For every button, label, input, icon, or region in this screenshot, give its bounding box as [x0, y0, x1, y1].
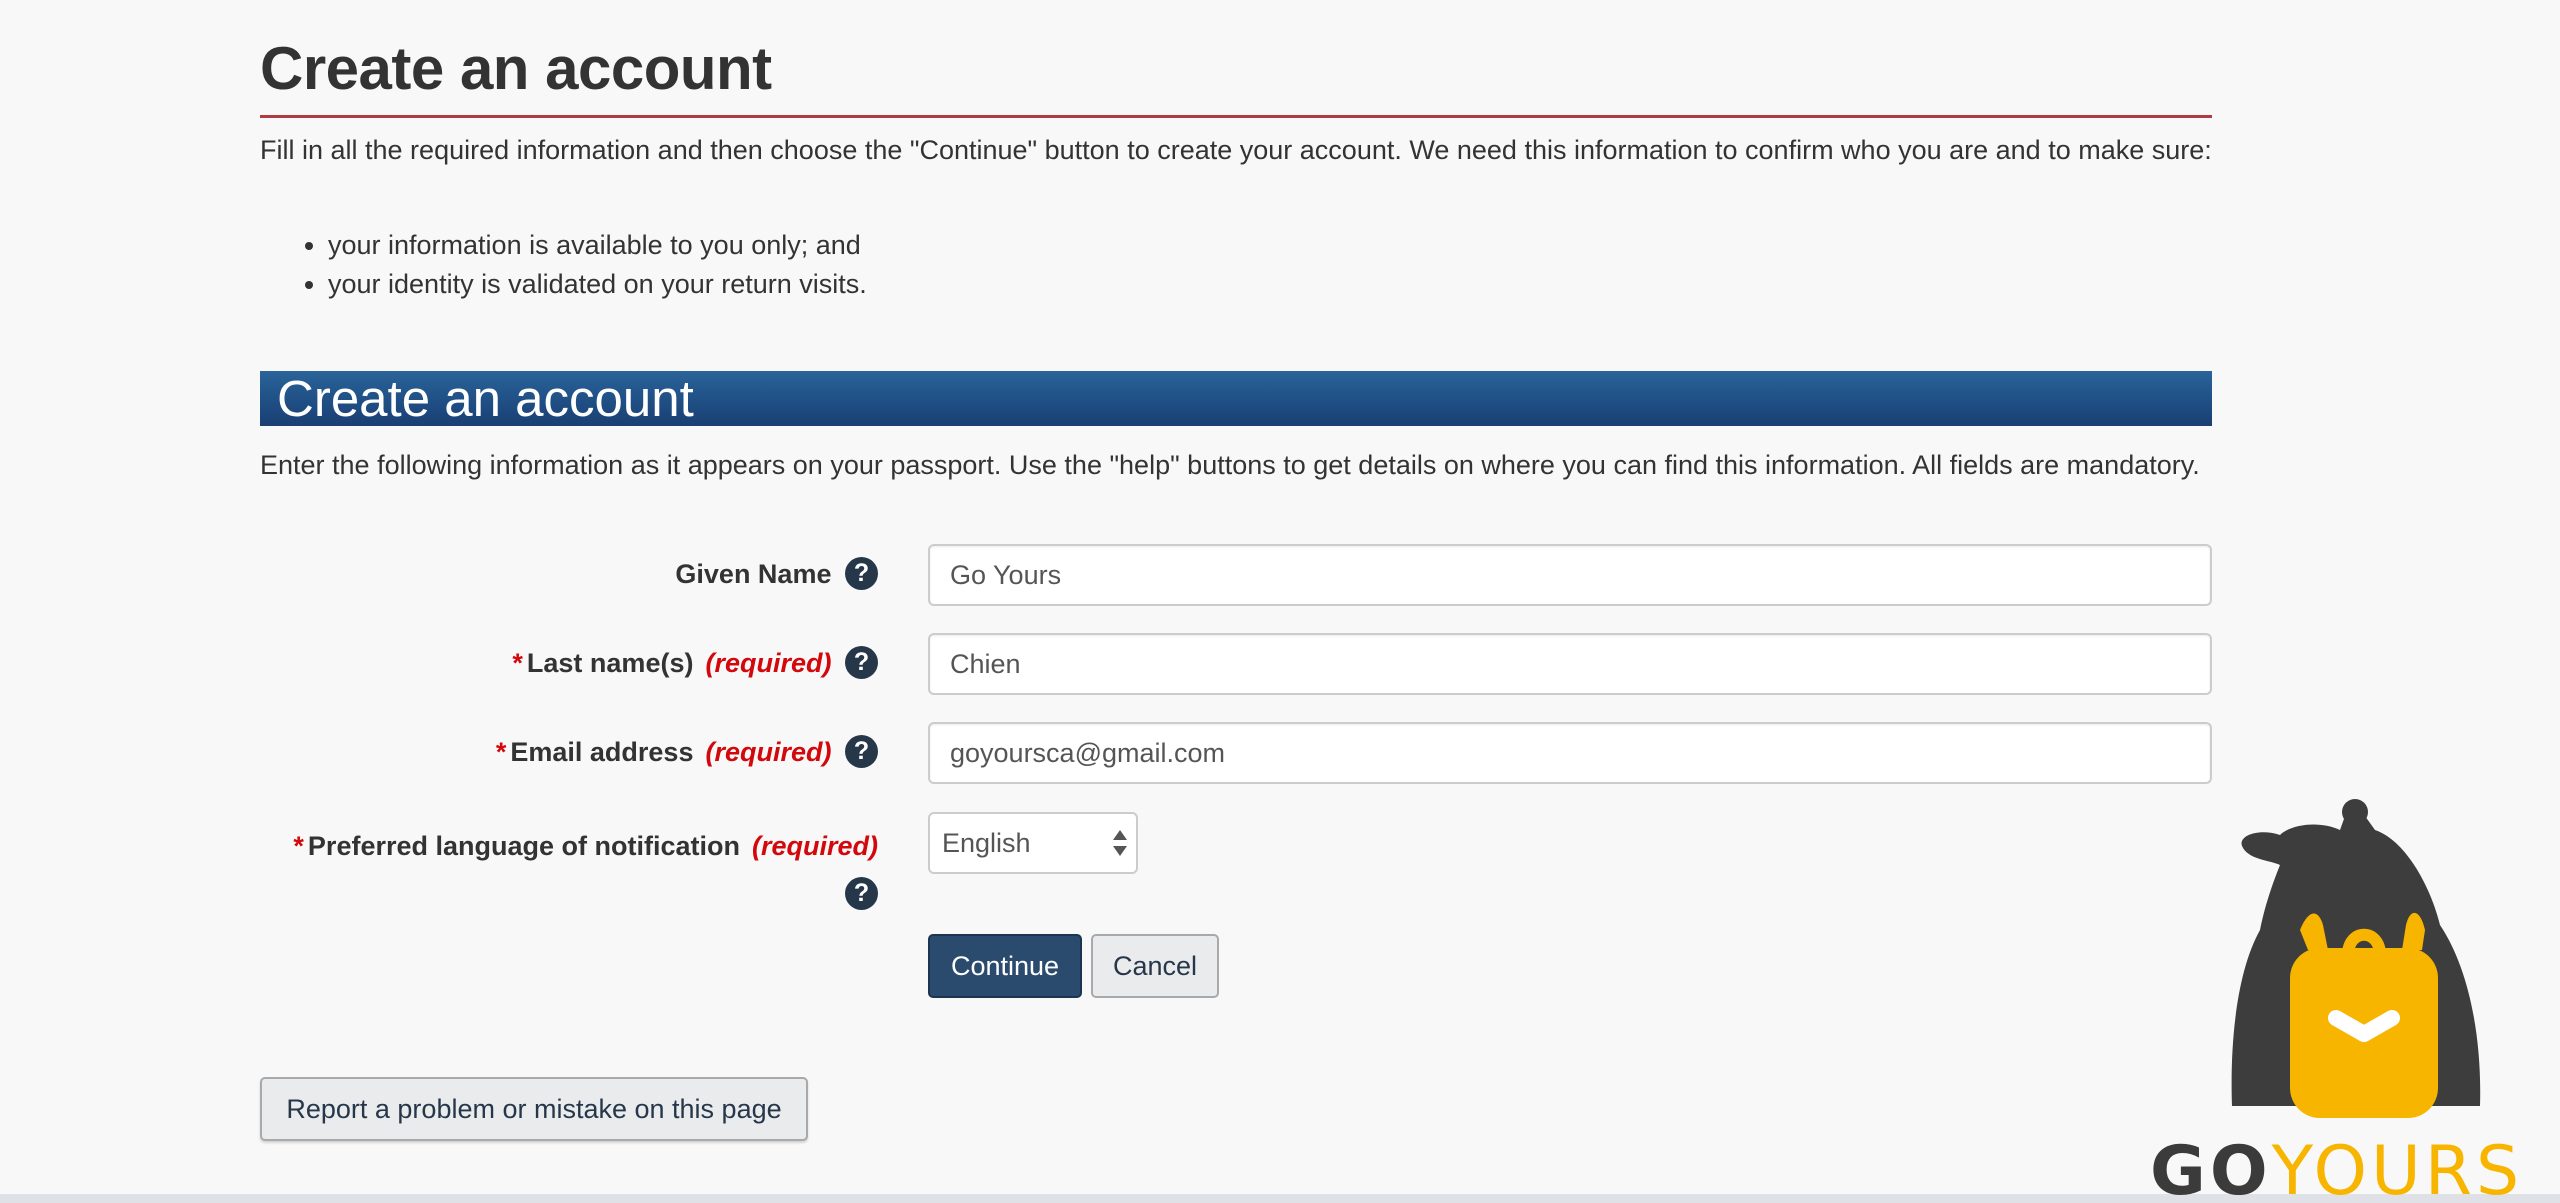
section-title: Create an account [277, 370, 694, 427]
required-text: (required) [705, 737, 832, 767]
page-title: Create an account [260, 35, 772, 102]
required-marker: * [495, 737, 507, 767]
email-label-text: Email address [510, 737, 694, 767]
required-text: (required) [751, 831, 878, 861]
section-banner: Create an account [260, 371, 2212, 426]
required-marker: * [293, 831, 304, 861]
logo-text-go: GO [2150, 1132, 2272, 1203]
section-intro: Enter the following information as it ap… [260, 450, 2200, 480]
email-input[interactable] [928, 722, 2212, 784]
language-select[interactable]: English [928, 812, 1138, 874]
logo-text-yours: YOURS [2271, 1132, 2524, 1203]
given-name-label: Given Name ? [260, 556, 878, 592]
language-label-text: Preferred language of notification [307, 831, 740, 861]
report-problem-button[interactable]: Report a problem or mistake on this page [260, 1077, 808, 1141]
help-circle-icon[interactable]: ? [845, 557, 878, 591]
language-row: * Preferred language of notification (requ… [260, 812, 2212, 912]
given-name-row: Given Name ? [260, 544, 2212, 606]
logo-wordmark: GOYOURS [2150, 1132, 2523, 1203]
required-text: (required) [705, 648, 832, 678]
list-item: your identity is validated on your retur… [328, 265, 867, 304]
last-name-label-text: Last name(s) [526, 648, 694, 678]
required-marker: * [512, 648, 523, 678]
help-circle-icon[interactable]: ? [845, 877, 878, 911]
language-label: * Preferred language of notification (requ… [260, 822, 878, 918]
last-name-row: * Last name(s) (required) ? [260, 633, 2212, 695]
goyours-logo: GOYOURS [2140, 790, 2560, 1203]
select-arrows-icon [1113, 830, 1127, 856]
cancel-button[interactable]: Cancel [1091, 934, 1219, 998]
given-name-label-text: Given Name [675, 559, 832, 589]
bear-backpack-icon [2231, 799, 2481, 1118]
intro-list: your information is available to you onl… [260, 226, 867, 304]
title-rule [260, 115, 2212, 118]
given-name-input[interactable] [928, 544, 2212, 606]
help-circle-icon[interactable]: ? [845, 646, 878, 680]
last-name-input[interactable] [928, 633, 2212, 695]
help-circle-icon[interactable]: ? [845, 735, 878, 769]
email-label: * Email address (required) ? [260, 734, 878, 770]
list-item: your information is available to you onl… [328, 226, 867, 265]
email-row: * Email address (required) ? [260, 722, 2212, 784]
continue-button[interactable]: Continue [928, 934, 1082, 998]
page: Create an account Fill in all the requir… [0, 0, 2560, 1203]
intro-text: Fill in all the required information and… [260, 135, 2212, 165]
last-name-label: * Last name(s) (required) ? [260, 645, 878, 681]
language-selected-value: English [942, 828, 1031, 858]
